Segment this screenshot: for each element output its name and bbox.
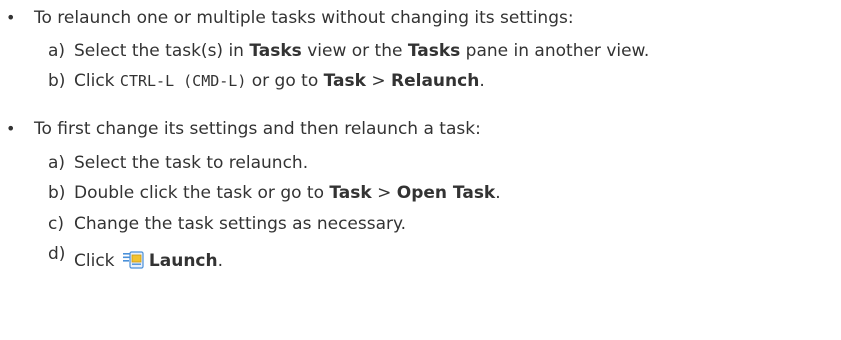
step-row: c) Change the task settings as necessary. xyxy=(48,211,838,237)
menu-separator: > xyxy=(365,71,391,91)
step-row: d) Click Launch. xyxy=(48,244,838,274)
bullet-symbol: • xyxy=(6,119,16,138)
bullet-intro-text: To first change its settings and then re… xyxy=(34,119,481,139)
launch-icon xyxy=(122,250,144,270)
menu-item-open-task: Open Task xyxy=(396,183,496,203)
step-row: b) Double click the task or go to Task > … xyxy=(48,180,838,206)
bullet-item-change-settings: • To first change its settings and then … xyxy=(0,116,841,142)
step-text: view or the xyxy=(301,41,408,61)
menu-separator: > xyxy=(371,183,397,203)
step-marker: d) xyxy=(48,244,66,264)
step-marker: b) xyxy=(48,183,66,203)
step-text: Select the task to relaunch. xyxy=(74,153,309,173)
step-text: pane in another view. xyxy=(460,41,650,61)
step-marker: a) xyxy=(48,41,66,61)
step-text: . xyxy=(495,183,501,203)
step-text: . xyxy=(217,251,224,271)
step-text: Double click the task or go to xyxy=(74,183,330,203)
menu-item-relaunch: Relaunch xyxy=(391,71,480,91)
menu-task: Task xyxy=(329,183,372,203)
step-text: or go to xyxy=(246,71,324,91)
bullet-intro-text: To relaunch one or multiple tasks withou… xyxy=(34,8,574,28)
step-text: Click xyxy=(74,71,120,91)
keyboard-shortcut: CTRL-L (CMD-L) xyxy=(119,72,247,90)
bullet-item-relaunch: • To relaunch one or multiple tasks with… xyxy=(0,5,841,31)
step-row: a) Select the task(s) in Tasks view or th… xyxy=(48,38,838,64)
step-row: a) Select the task to relaunch. xyxy=(48,150,838,176)
step-row: b) Click CTRL-L (CMD-L) or go to Task > R… xyxy=(48,68,838,94)
menu-task: Task xyxy=(323,71,366,91)
step-text: . xyxy=(479,71,485,91)
step-marker: a) xyxy=(48,153,66,173)
bold-term-tasks: Tasks xyxy=(249,41,302,61)
step-marker: b) xyxy=(48,71,66,91)
step-text: Change the task settings as necessary. xyxy=(74,214,407,234)
launch-label: Launch xyxy=(148,251,218,271)
step-text: Select the task(s) in xyxy=(74,41,250,61)
step-marker: c) xyxy=(48,214,64,234)
step-text: Click xyxy=(74,251,120,271)
bullet-symbol: • xyxy=(6,8,16,27)
bold-term-tasks: Tasks xyxy=(407,41,461,61)
document-body: • To relaunch one or multiple tasks with… xyxy=(0,0,841,340)
